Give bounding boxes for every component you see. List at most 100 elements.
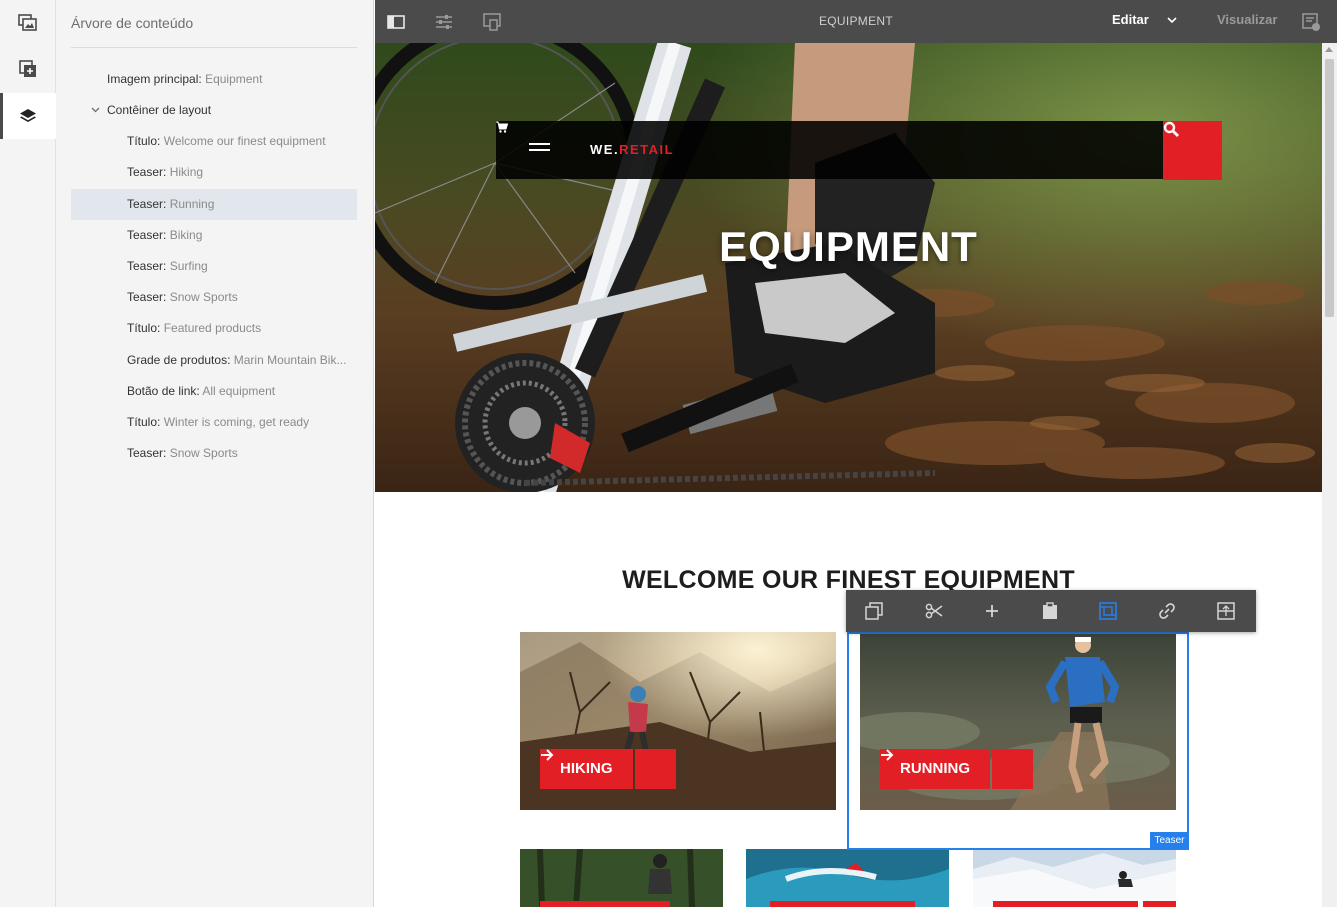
clipboard-icon [1043,602,1057,619]
tree-item-type: Teaser: [127,197,167,211]
running-cta[interactable]: RUNNING [880,749,1033,789]
selected-component-label: Teaser [1150,832,1189,849]
tree-item-value: Welcome our finest equipment [163,134,326,148]
emulator-button[interactable] [481,11,503,33]
tree-item[interactable]: Teaser: Surfing [71,251,357,282]
menu-icon[interactable] [529,143,550,157]
tree-item-type: Botão de link: [127,384,200,398]
arrow-right-icon [881,749,1033,789]
tree-item-value: Featured products [163,321,262,335]
tree-item-type: Imagem principal: [107,72,202,86]
page-title: EQUIPMENT [818,14,894,28]
scissors-icon [925,603,943,619]
annotate-icon [1302,13,1320,31]
components-button[interactable] [0,46,56,92]
scroll-up-icon[interactable] [1325,47,1333,52]
paste-button[interactable] [1040,601,1060,621]
tree-item-type: Teaser: [127,165,167,179]
tree-item-value: Biking [169,228,203,242]
tree-item-value: Marin Mountain Bik... [233,353,347,367]
tree-item-value: All equipment [202,384,276,398]
tree-item-layout-container[interactable]: Contêiner de layout [71,95,357,126]
tree-item[interactable]: Teaser: Snow Sports [71,438,357,469]
hero-image[interactable]: WE.RETAIL EQUIPMENT [375,43,1322,492]
panel-title: Árvore de conteúdo [71,15,194,31]
assets-button[interactable] [0,0,56,46]
assets-icon [18,14,37,31]
search-icon [1163,121,1179,137]
preview-button[interactable]: Visualizar [1217,12,1277,27]
editor-toolbar: EQUIPMENT Editar Visualizar [375,0,1337,43]
components-icon [19,60,36,77]
hiking-cta[interactable]: HIKING [540,749,676,789]
tree-item-type: Teaser: [127,259,167,273]
tree-item-type: Teaser: [127,446,167,460]
running-label: RUNNING [880,749,990,789]
tree-item-type: Título: [127,415,161,429]
side-rail [0,0,56,907]
teaser-hiking[interactable]: HIKING [520,632,836,810]
copy-icon [865,602,883,620]
teaser-running[interactable]: RUNNING [860,632,1176,810]
tree-item-type: Contêiner de layout [107,103,212,117]
sliders-icon [436,15,452,29]
insert-button[interactable] [982,601,1002,621]
search-button[interactable] [1163,121,1222,180]
content-tree-panel: Árvore de conteúdo Imagem principal: Equ… [56,0,374,907]
tree-item-selected[interactable]: Teaser: Running [71,189,357,220]
tree-item[interactable]: Teaser: Biking [71,220,357,251]
copy-button[interactable] [864,601,884,621]
teaser-surfing[interactable] [746,849,949,907]
cut-button[interactable] [924,601,944,621]
layout-button[interactable] [1098,601,1118,621]
tree-item[interactable]: Título: Welcome our finest equipment [71,126,357,157]
teaser-biking[interactable] [520,849,723,907]
tree-item[interactable]: Imagem principal: Equipment [71,64,357,95]
tree-item-value: Winter is coming, get ready [163,415,310,429]
tree-item[interactable]: Teaser: Hiking [71,157,357,188]
chevron-down-icon[interactable] [1167,16,1177,24]
tree-item[interactable]: Título: Winter is coming, get ready [71,407,357,438]
link-icon [1159,603,1175,619]
tree-item-type: Título: [127,134,161,148]
teaser-snow-sports[interactable] [973,849,1176,907]
scroll-thumb[interactable] [1325,59,1334,317]
annotations-button[interactable] [1300,11,1322,33]
site-logo[interactable]: WE.RETAIL [590,142,674,157]
divider [71,47,357,48]
hero-title: EQUIPMENT [719,223,978,270]
tree-item-value: Snow Sports [169,290,238,304]
tree-item[interactable]: Botão de link: All equipment [71,376,357,407]
surfing-photo [746,849,949,907]
layout-icon [1099,602,1117,620]
tree-item[interactable]: Título: Featured products [71,313,357,344]
toggle-side-panel-button[interactable] [385,11,407,33]
content-tree-button[interactable] [0,93,56,139]
arrow-right-icon [541,749,676,789]
link-button[interactable] [1157,601,1177,621]
chevron-down-icon[interactable] [91,105,100,114]
page-properties-button[interactable] [433,11,455,33]
side-panel-icon [387,15,405,29]
page-canvas: WE.RETAIL EQUIPMENT WELCOME OUR FINEST E… [375,43,1322,907]
logo-we: WE. [590,142,620,157]
group-icon [1217,602,1235,620]
cart-icon[interactable] [496,121,508,133]
tree-item[interactable]: Teaser: Snow Sports [71,282,357,313]
tree-item-value: Surfing [169,259,208,273]
tree-item-type: Grade de produtos: [127,353,231,367]
tree-item-type: Teaser: [127,290,167,304]
tree-item[interactable]: Grade de produtos: Marin Mountain Bik... [71,345,357,376]
tree-item-value: Hiking [169,165,204,179]
layers-icon [20,109,36,122]
group-button[interactable] [1216,601,1236,621]
snow-photo [973,849,1176,907]
tree-item-type: Título: [127,321,161,335]
mode-selector[interactable]: Editar [1112,12,1149,27]
page-scrollbar[interactable] [1322,43,1337,907]
tree-item-type: Teaser: [127,228,167,242]
biking-photo [520,849,723,907]
site-navbar: WE.RETAIL [496,121,1163,179]
devices-icon [483,13,501,31]
tree-item-value: Running [169,197,215,211]
